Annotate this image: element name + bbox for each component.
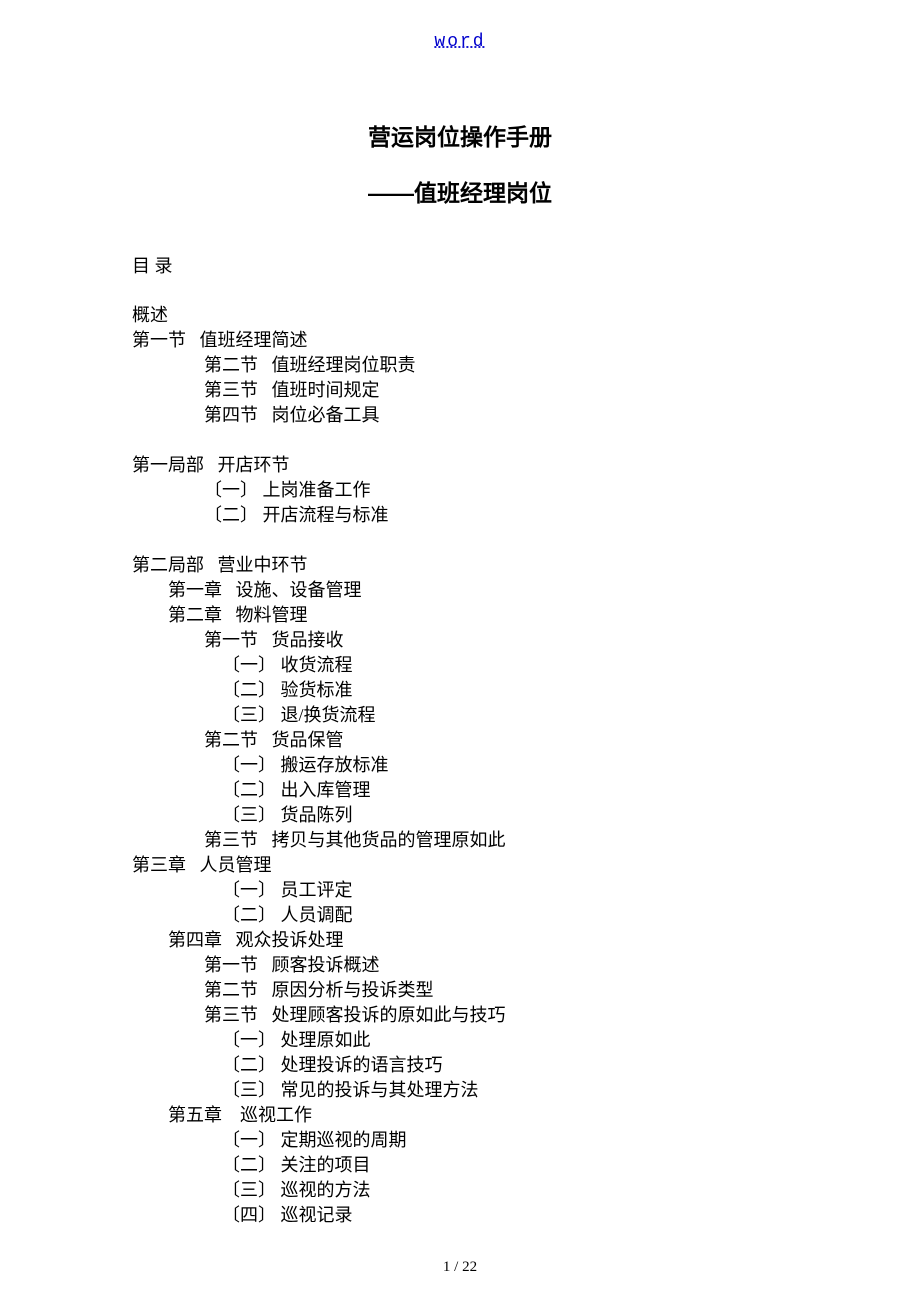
toc-entry: 〔一〕 搬运存放标准 (132, 753, 506, 778)
toc-entry: 〔一〕 处理原如此 (132, 1028, 506, 1053)
toc-entry: 〔三〕 退/换货流程 (132, 703, 506, 728)
toc-entry: 〔一〕 收货流程 (132, 653, 506, 678)
toc-entry: 第一局部 开店环节 (132, 453, 506, 478)
toc-entry: 第三节 处理顾客投诉的原如此与技巧 (132, 1003, 506, 1028)
toc-entry: 第一节 货品接收 (132, 628, 506, 653)
toc-heading: 目 录 (132, 252, 173, 278)
toc-entry: 〔一〕 上岗准备工作 (132, 478, 506, 503)
toc-entry: 第二节 值班经理岗位职责 (132, 353, 506, 378)
toc-entry: 〔二〕 人员调配 (132, 903, 506, 928)
toc-entry: 概述 (132, 303, 506, 328)
toc-entry: 〔二〕 验货标准 (132, 678, 506, 703)
toc-entry: 第四节 岗位必备工具 (132, 403, 506, 428)
toc-entry: 第二节 原因分析与投诉类型 (132, 978, 506, 1003)
toc-entry: 〔四〕 巡视记录 (132, 1203, 506, 1228)
page-number: 1 / 22 (443, 1259, 477, 1276)
toc-entry: 第三节 值班时间规定 (132, 378, 506, 403)
toc-entry: 第一节 顾客投诉概述 (132, 953, 506, 978)
toc-entry: 第二局部 营业中环节 (132, 553, 506, 578)
toc-entry: 第二节 货品保管 (132, 728, 506, 753)
toc-spacer (132, 428, 506, 453)
toc-spacer (132, 528, 506, 553)
toc-entry: 〔一〕 定期巡视的周期 (132, 1128, 506, 1153)
toc-entry: 第二章 物料管理 (132, 603, 506, 628)
header-link[interactable]: word (434, 32, 485, 52)
toc-entry: 〔三〕 常见的投诉与其处理方法 (132, 1078, 506, 1103)
toc-entry: 〔三〕 巡视的方法 (132, 1178, 506, 1203)
document-title: 营运岗位操作手册 (368, 118, 552, 152)
toc-entry: 第一章 设施、设备管理 (132, 578, 506, 603)
toc-entry: 第一节 值班经理简述 (132, 328, 506, 353)
toc-content: 概述第一节 值班经理简述第二节 值班经理岗位职责第三节 值班时间规定第四节 岗位… (132, 303, 506, 1228)
document-subtitle: ——值班经理岗位 (368, 174, 552, 208)
toc-entry: 第三章 人员管理 (132, 853, 506, 878)
toc-entry: 第四章 观众投诉处理 (132, 928, 506, 953)
toc-entry: 〔二〕 处理投诉的语言技巧 (132, 1053, 506, 1078)
toc-entry: 〔三〕 货品陈列 (132, 803, 506, 828)
toc-entry: 〔二〕 开店流程与标准 (132, 503, 506, 528)
toc-entry: 〔二〕 出入库管理 (132, 778, 506, 803)
toc-entry: 第三节 拷贝与其他货品的管理原如此 (132, 828, 506, 853)
toc-entry: 〔一〕 员工评定 (132, 878, 506, 903)
toc-entry: 〔二〕 关注的项目 (132, 1153, 506, 1178)
toc-entry: 第五章 巡视工作 (132, 1103, 506, 1128)
